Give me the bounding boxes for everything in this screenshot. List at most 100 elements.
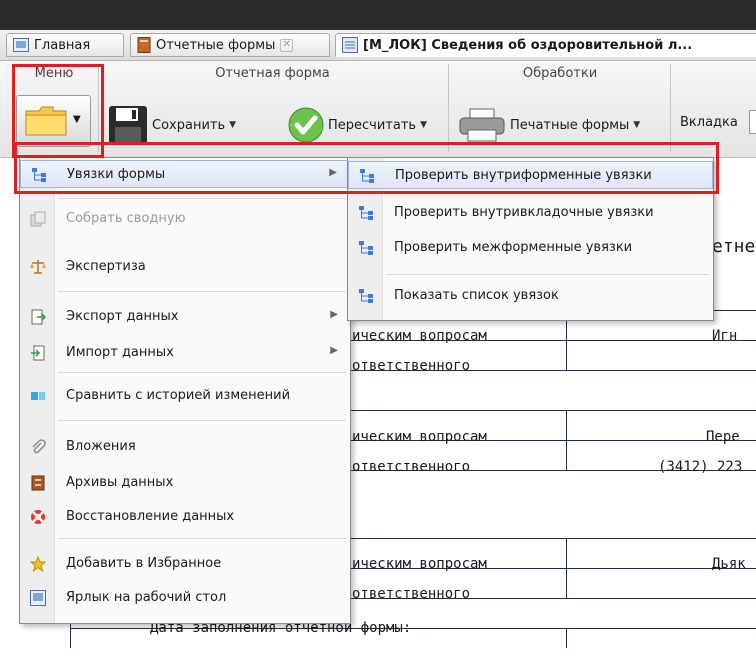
submenu-item-label: Проверить межформенные увязки <box>394 240 633 255</box>
chevron-down-icon: ▼ <box>229 120 237 130</box>
links-icon <box>360 169 374 183</box>
form-icon <box>342 37 358 53</box>
table-cell: ответственного <box>352 358 471 374</box>
doc-header-fragment: етне <box>712 236 756 257</box>
submenu-item-check-interform-links[interactable]: Проверить межформенные увязки <box>348 234 713 262</box>
menu-item-label: Архивы данных <box>66 475 174 490</box>
menu-item-label: Экспертиза <box>66 259 146 274</box>
menu-item-import-data[interactable]: Импорт данных ▶ <box>20 339 350 367</box>
chevron-right-icon: ▶ <box>330 345 338 356</box>
column-divider <box>566 628 567 648</box>
tab-home[interactable]: Главная <box>6 33 124 57</box>
table-cell: ответственного <box>352 586 471 602</box>
links-icon <box>359 289 373 303</box>
menu-divider <box>58 372 346 373</box>
table-cell: ическим вопросам <box>352 328 487 344</box>
menu-item-label: Вложения <box>66 439 136 454</box>
group-title-processing: Обработки <box>522 66 598 81</box>
tab-active-form[interactable]: [М_ЛОК] Сведения об оздоровительной л... <box>335 33 756 57</box>
submenu-item-check-intratab-links[interactable]: Проверить внутривкладочные увязки <box>348 199 713 227</box>
links-icon <box>32 168 46 182</box>
shortcut-icon <box>30 590 46 606</box>
menu-item-label: Собрать сводную <box>66 211 186 226</box>
group-title-report-form: Отчетная форма <box>215 66 330 81</box>
import-icon <box>31 345 45 361</box>
tab-strip: Главная Отчетные формы ✕ [М_ЛОК] Сведени… <box>0 30 756 61</box>
save-button[interactable]: Сохранить ▼ <box>108 105 236 145</box>
menu-item-export-data[interactable]: Экспорт данных ▶ <box>20 303 350 331</box>
paperclip-icon <box>32 439 46 454</box>
table-cell: Дьяк <box>712 556 746 572</box>
tab-report-forms-label: Отчетные формы <box>156 37 276 53</box>
recalculate-label: Пересчитать <box>328 117 417 133</box>
menu-divider <box>58 538 346 539</box>
print-forms-label: Печатные формы <box>510 117 630 133</box>
menu-item-data-archives[interactable]: Архивы данных <box>20 469 350 497</box>
tab-report-forms[interactable]: Отчетные формы ✕ <box>130 33 330 57</box>
menu-item-label: Сравнить с историей изменений <box>66 388 291 403</box>
links-icon <box>359 241 373 255</box>
print-forms-button[interactable]: Печатные формы ▼ <box>458 108 640 142</box>
compare-icon <box>31 392 45 400</box>
vkladka-input[interactable] <box>749 110 756 134</box>
menu-item-label: Добавить в Избранное <box>66 556 222 571</box>
export-icon <box>31 309 46 325</box>
group-separator <box>670 64 671 152</box>
menu-item-label: Восстановление данных <box>66 509 235 524</box>
submenu-item-label: Проверить внутриформенные увязки <box>395 168 652 183</box>
folder-icon <box>25 106 67 136</box>
recalculate-button[interactable]: Пересчитать ▼ <box>288 107 427 143</box>
menu-item-form-links[interactable]: Увязки формы ▶ <box>20 160 350 188</box>
floppy-icon <box>109 106 147 144</box>
table-cell: ическим вопросам <box>352 429 487 445</box>
menu-item-add-favorites[interactable]: Добавить в Избранное <box>20 550 350 578</box>
menu-item-expertise[interactable]: Экспертиза <box>20 253 350 281</box>
menu-divider <box>58 198 346 199</box>
menu-item-data-recovery[interactable]: Восстановление данных <box>20 503 350 531</box>
book-icon <box>137 37 151 53</box>
menu-divider <box>58 291 346 292</box>
save-label: Сохранить <box>152 117 226 133</box>
group-separator <box>98 64 99 152</box>
table-cell: Игн <box>712 328 738 344</box>
chevron-down-icon: ▼ <box>420 120 427 130</box>
table-cell: Пере <box>706 429 740 445</box>
submenu-item-label: Проверить внутривкладочные увязки <box>394 205 654 220</box>
lifebuoy-icon <box>31 510 45 524</box>
column-divider <box>566 538 567 598</box>
menu-item-label: Экспорт данных <box>66 309 179 324</box>
menu-item-desktop-shortcut[interactable]: Ярлык на рабочий стол <box>20 584 350 612</box>
star-icon <box>30 556 46 572</box>
links-submenu: Проверить внутриформенные увязки Провери… <box>347 157 714 321</box>
tab-home-label: Главная <box>34 37 91 53</box>
menu-item-label: Импорт данных <box>66 345 174 360</box>
menu-button[interactable]: ▼ <box>16 95 91 147</box>
chevron-right-icon: ▶ <box>330 309 338 320</box>
collect-icon <box>30 211 46 227</box>
close-icon[interactable]: ✕ <box>280 38 294 52</box>
archive-icon <box>31 475 45 491</box>
chevron-right-icon: ▶ <box>329 167 337 178</box>
home-icon <box>13 38 29 52</box>
group-separator <box>448 64 449 152</box>
submenu-item-show-links-list[interactable]: Показать список увязок <box>348 282 713 310</box>
app-top-bar <box>0 0 756 30</box>
check-icon <box>288 107 324 143</box>
submenu-item-label: Показать список увязок <box>394 288 559 303</box>
menu-item-label: Увязки формы <box>67 167 166 182</box>
chevron-down-icon: ▼ <box>73 114 81 125</box>
chevron-down-icon: ▼ <box>633 120 641 130</box>
vkladka-label: Вкладка <box>680 115 738 130</box>
links-icon <box>359 206 373 220</box>
menu-item-attachments[interactable]: Вложения <box>20 433 350 461</box>
submenu-item-check-intraform-links[interactable]: Проверить внутриформенные увязки <box>348 161 713 189</box>
menu-divider <box>58 420 346 421</box>
menu-divider <box>386 274 709 275</box>
menu-item-collect-summary: Собрать сводную <box>20 205 350 233</box>
table-cell: ответственного <box>352 459 471 475</box>
menu-item-compare-history[interactable]: Сравнить с историей изменений <box>20 382 350 410</box>
printer-icon <box>459 108 505 142</box>
main-menu: Увязки формы ▶ Собрать сводную Экспертиз… <box>19 157 351 624</box>
table-cell: ическим вопросам <box>352 556 487 572</box>
table-cell: (3412) 223 <box>658 459 743 475</box>
